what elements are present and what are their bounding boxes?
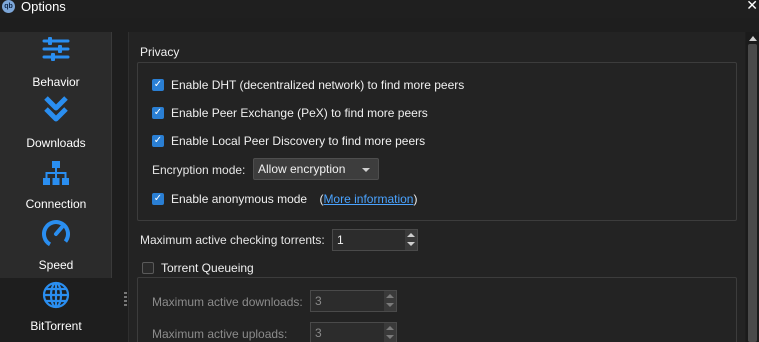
torrent-queueing-checkbox[interactable]: [142, 262, 154, 274]
max-downloads-value: 3: [315, 294, 322, 308]
max-uploads-label: Maximum active uploads:: [152, 327, 288, 341]
max-downloads-label: Maximum active downloads:: [152, 295, 303, 309]
max-checking-spinbox[interactable]: 1: [332, 229, 418, 251]
spin-buttons[interactable]: [405, 230, 417, 250]
encryption-mode-label: Encryption mode:: [152, 163, 246, 177]
spin-buttons[interactable]: [384, 291, 396, 311]
scroll-thumb[interactable]: [748, 44, 757, 342]
qbittorrent-app-icon: qb: [2, 0, 15, 13]
pex-label: Enable Peer Exchange (PeX) to find more …: [171, 106, 428, 120]
chevron-down-icon: [362, 168, 370, 172]
sliders-icon: [42, 37, 70, 61]
sidebar-item-label: Behavior: [32, 75, 80, 89]
sidebar-item-speed[interactable]: Speed: [0, 215, 112, 275]
anonymous-mode-label: Enable anonymous mode: [171, 192, 308, 206]
sidebar-item-behavior[interactable]: Behavior: [0, 32, 112, 92]
max-checking-label: Maximum active checking torrents:: [140, 233, 325, 247]
window-title: Options: [21, 0, 66, 14]
anonymous-mode-checkbox[interactable]: ✓: [152, 193, 164, 205]
dht-checkbox[interactable]: ✓: [152, 79, 164, 91]
lsd-label: Enable Local Peer Discovery to find more…: [171, 134, 426, 148]
spin-down-icon[interactable]: [386, 303, 394, 307]
encryption-mode-value: Allow encryption: [258, 162, 346, 176]
spin-down-icon[interactable]: [386, 335, 394, 339]
close-icon[interactable]: ✕: [746, 0, 758, 14]
spin-up-icon[interactable]: [386, 294, 394, 298]
spin-buttons[interactable]: [384, 323, 396, 342]
sidebar-item-label: Connection: [25, 197, 87, 211]
max-uploads-spinbox[interactable]: 3: [310, 322, 397, 342]
network-icon: [43, 161, 69, 185]
options-sidebar: Behavior Downloads Connection Speed BitT…: [0, 32, 112, 342]
anonymous-mode-text: Enable anonymous mode (More information): [171, 191, 417, 207]
vertical-scrollbar[interactable]: [746, 32, 759, 342]
torrent-queueing-label: Torrent Queueing: [161, 261, 254, 275]
privacy-group-title: Privacy: [140, 45, 180, 59]
more-information-link[interactable]: More information: [323, 192, 413, 206]
encryption-mode-select[interactable]: Allow encryption: [253, 158, 379, 180]
spin-down-icon[interactable]: [407, 242, 415, 246]
sidebar-item-connection[interactable]: Connection: [0, 154, 112, 214]
pex-checkbox[interactable]: ✓: [152, 107, 164, 119]
splitter-handle[interactable]: [124, 292, 127, 312]
max-checking-value: 1: [337, 233, 344, 247]
spin-up-icon[interactable]: [407, 233, 415, 237]
sidebar-item-downloads[interactable]: Downloads: [0, 93, 112, 153]
sidebar-item-label: Downloads: [26, 136, 86, 150]
dht-label: Enable DHT (decentralized network) to fi…: [171, 78, 465, 92]
sidebar-item-bittorrent[interactable]: BitTorrent: [0, 278, 112, 342]
scroll-up-arrow-icon[interactable]: [749, 36, 757, 41]
title-bar: qb Options ✕: [0, 0, 759, 18]
double-chevron-down-icon: [44, 96, 68, 122]
sidebar-item-label: Speed: [38, 258, 74, 272]
spin-up-icon[interactable]: [386, 326, 394, 330]
more-info-close-paren: ): [413, 192, 418, 206]
max-downloads-spinbox[interactable]: 3: [310, 290, 397, 312]
sidebar-item-label: BitTorrent: [30, 319, 82, 333]
speedometer-icon: [42, 220, 70, 248]
bittorrent-settings-panel: Privacy ✓ Enable DHT (decentralized netw…: [128, 32, 745, 342]
lsd-checkbox[interactable]: ✓: [152, 135, 164, 147]
globe-icon: [42, 281, 70, 309]
max-uploads-value: 3: [315, 326, 322, 340]
